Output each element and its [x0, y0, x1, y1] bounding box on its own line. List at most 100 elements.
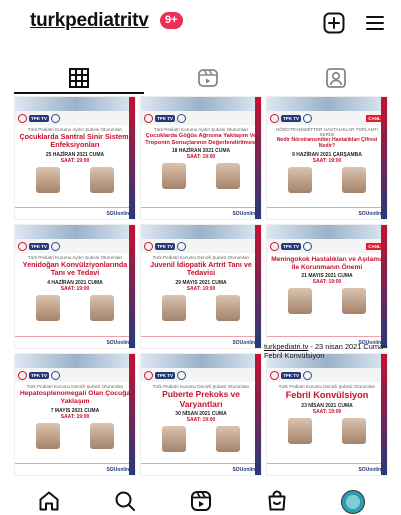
- reels-icon[interactable]: [196, 66, 220, 90]
- post-side-stripe: [381, 354, 387, 475]
- post-tile[interactable]: TPK TV Türk Pediatri Kurumu Aydın Şubesi …: [14, 96, 136, 220]
- post-side-stripe: [381, 225, 387, 348]
- speaker-photo: [36, 294, 60, 321]
- post-logo-bar: TPK TV: [141, 368, 261, 382]
- grid-icon[interactable]: [67, 66, 91, 90]
- post-banner-photo: [141, 225, 261, 239]
- post-footer: SOUonline: [267, 463, 387, 475]
- post-tile[interactable]: TPK TV Türk Pediatri Kurumu Denizli Şubes…: [14, 353, 136, 476]
- speaker-photo: [342, 417, 366, 444]
- post-tile[interactable]: TPK TV Türk Pediatri Kurumu Denizli Şubes…: [266, 353, 388, 476]
- post-logo-bar: TPK TV: [15, 111, 135, 125]
- post-tile[interactable]: TPK TV CANLI Meningokok Hastalıkları ve Aş…: [266, 224, 388, 349]
- tv-logo-icon: TPK TV: [281, 114, 302, 122]
- post-side-stripe: [255, 354, 261, 475]
- post-date: 25 HAZİRAN 2021 CUMA: [45, 151, 105, 158]
- post-logo-bar: TPK TV CANLI: [267, 239, 387, 253]
- post-footer: SOUonline: [141, 336, 261, 348]
- speaker-photo: [216, 294, 240, 321]
- post-session-label: Türk Pediatri Kurumu Denizli Şubesi Otur…: [152, 384, 250, 389]
- speaker-photos: [15, 164, 135, 193]
- branch-logo-icon: [177, 113, 187, 123]
- posts-grid: TPK TV Türk Pediatri Kurumu Aydın Şubesi …: [14, 96, 388, 476]
- post-title: Febril Konvülsiyon: [285, 390, 369, 400]
- post-date: 29 MAYIS 2021 CUMA: [175, 279, 227, 286]
- post-tile[interactable]: TPK TV Türk Pediatri Kurumu Denizli Şubes…: [140, 353, 262, 476]
- post-session-label: Türk Pediatri Kurumu Denizli Şubesi Otur…: [26, 384, 124, 389]
- tpk-logo-icon: [18, 241, 27, 251]
- branch-logo-icon: [303, 113, 313, 123]
- post-tile[interactable]: TPK TV CANLI NÖROTRANSMİTTER HASTALIKLAR T…: [266, 96, 388, 220]
- post-banner-photo: [267, 97, 387, 111]
- home-icon[interactable]: [37, 489, 61, 513]
- tv-logo-icon: TPK TV: [29, 114, 50, 122]
- speaker-photo: [90, 294, 114, 321]
- branch-logo-icon: [177, 370, 187, 380]
- speaker-photo: [216, 163, 240, 190]
- post-side-stripe: [129, 225, 135, 348]
- post-footer: SOUonline: [15, 207, 135, 219]
- profile-username[interactable]: turkpediatritv: [30, 10, 149, 32]
- branch-logo-icon: [177, 241, 187, 251]
- post-side-stripe: [129, 354, 135, 475]
- tv-logo-icon: TPK TV: [155, 371, 176, 379]
- menu-icon[interactable]: [363, 11, 387, 35]
- post-logo-bar: TPK TV: [141, 239, 261, 253]
- post-date: 18 HAZİRAN 2021 CUMA: [171, 148, 231, 155]
- speaker-photo: [162, 294, 186, 321]
- post-session-label: Türk Pediatri Kurumu Denizli Şubesi Otur…: [152, 255, 250, 260]
- post-title: Yenidoğan Konvülziyonlarında Tanı ve Ted…: [22, 260, 128, 278]
- tv-logo-icon: TPK TV: [155, 114, 176, 122]
- profile-header: turkpediatritv 9+: [0, 0, 401, 48]
- post-date: 23 NİSAN 2021 CUMA: [301, 402, 353, 409]
- post-title: Nedir Nörotransmitter Hastalıkları Çifre…: [276, 137, 378, 149]
- branch-logo-icon: [51, 370, 61, 380]
- speaker-photos: [267, 285, 387, 315]
- tpk-logo-icon: [18, 113, 27, 123]
- speaker-photos: [141, 160, 261, 190]
- post-tile[interactable]: TPK TV Türk Pediatri Kurumu Denizli Şubes…: [140, 224, 262, 349]
- post-session-label: Türk Pediatri Kurumu Aydın Şubesi Oturum…: [27, 127, 123, 132]
- post-title: Juvenil İdiopatik Artrit Tanı ve Tedavis…: [150, 260, 252, 278]
- post-tile[interactable]: TPK TV Türk Pediatri Kurumu Aydın Şubesi …: [140, 96, 262, 220]
- post-title: Hepatosplenomegali Olan Çocuğa Yaklaşım: [19, 390, 131, 405]
- shop-icon[interactable]: [265, 489, 289, 513]
- post-logo-bar: TPK TV CANLI: [267, 111, 387, 125]
- branch-logo-icon: [303, 241, 313, 251]
- profile-tabs: [0, 62, 401, 96]
- post-date: 7 MAYIS 2021 CUMA: [50, 407, 100, 414]
- speaker-photo: [288, 166, 312, 193]
- speaker-photo: [36, 422, 60, 449]
- post-logo-bar: TPK TV: [141, 111, 261, 125]
- post-session-label: Türk Pediatri Kurumu Aydın Şubesi Oturum…: [27, 255, 123, 260]
- tv-logo-icon: TPK TV: [29, 371, 50, 379]
- post-date: 21 MAYIS 2021 CUMA: [301, 273, 353, 280]
- add-post-icon[interactable]: [322, 11, 346, 35]
- notification-badge[interactable]: 9+: [160, 12, 183, 29]
- post-session-label: Türk Pediatri Kurumu Aydın Şubesi Oturum…: [153, 127, 249, 132]
- speaker-photo: [216, 426, 240, 453]
- speaker-photo: [36, 166, 60, 193]
- post-date: 9 HAZİRAN 2021 ÇARŞAMBA: [292, 151, 362, 158]
- speaker-photos: [15, 420, 135, 449]
- tpk-logo-icon: [144, 370, 153, 380]
- speaker-photos: [141, 292, 261, 321]
- speaker-photos: [15, 292, 135, 321]
- post-logo-bar: TPK TV: [15, 368, 135, 382]
- speaker-photo: [162, 426, 186, 453]
- post-banner-photo: [15, 225, 135, 239]
- profile-avatar[interactable]: [341, 490, 365, 514]
- tagged-icon[interactable]: [324, 66, 348, 90]
- speaker-photos: [141, 423, 261, 453]
- post-tile[interactable]: TPK TV Türk Pediatri Kurumu Aydın Şubesi …: [14, 224, 136, 349]
- post-side-stripe: [255, 97, 261, 219]
- active-tab-indicator: [14, 92, 144, 94]
- post-session-label: Türk Pediatri Kurumu Denizli Şubesi Otur…: [278, 384, 376, 389]
- post-title: Çocuklarda Göğüs Ağrısına Yaklaşım Ve Tr…: [145, 133, 257, 146]
- tpk-logo-icon: [270, 241, 279, 251]
- post-side-stripe: [129, 97, 135, 219]
- post-footer: SOUonline: [141, 207, 261, 219]
- reels-nav-icon[interactable]: [189, 489, 213, 513]
- search-icon[interactable]: [113, 489, 137, 513]
- speaker-photo: [288, 417, 312, 444]
